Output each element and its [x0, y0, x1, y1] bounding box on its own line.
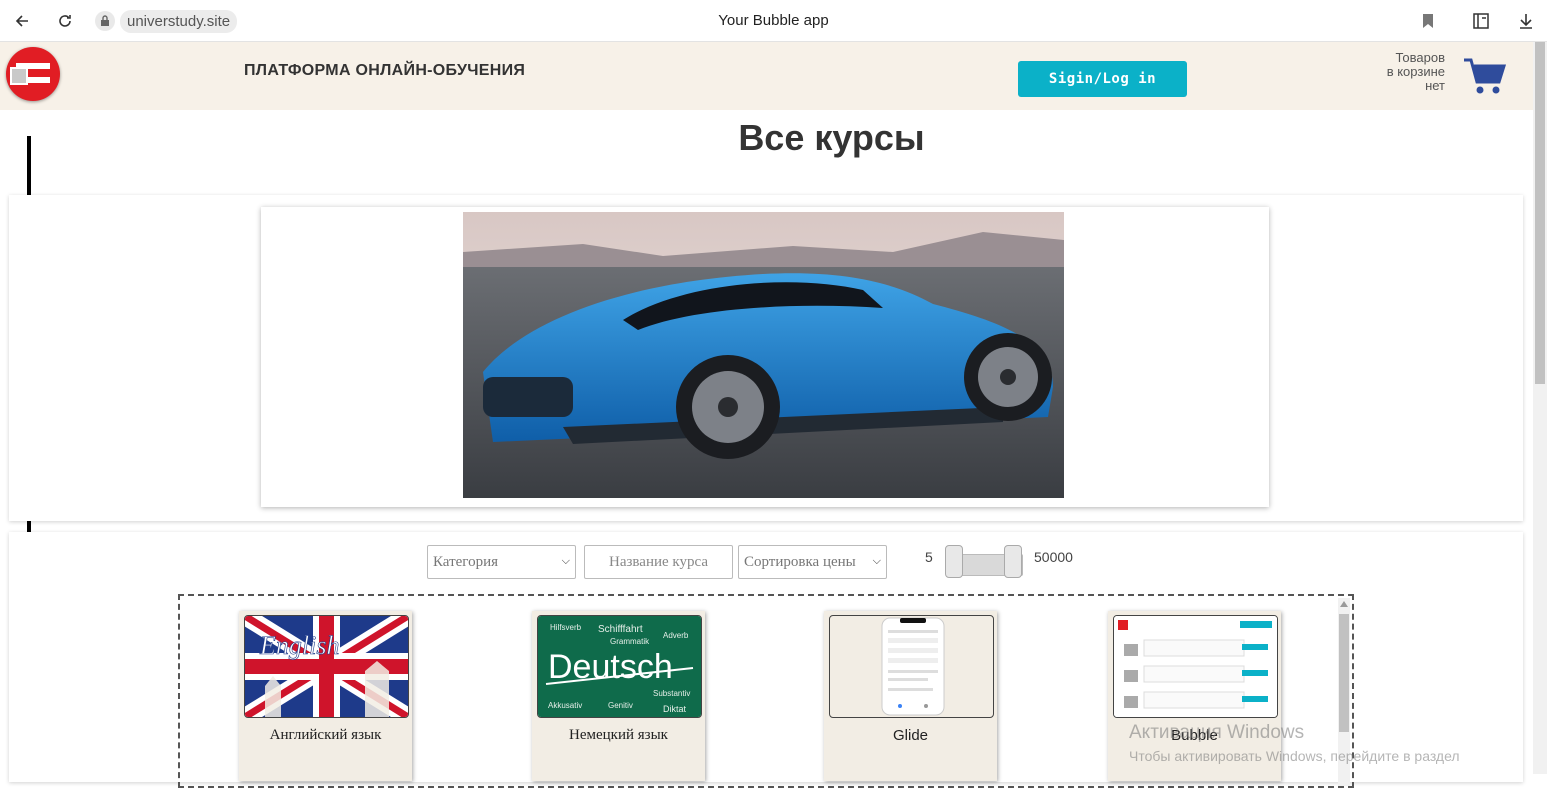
course-image-english: English [244, 615, 409, 718]
svg-text:Diktat: Diktat [663, 704, 687, 714]
courses-section: Категория ⌵ Название курса Сортировка це… [9, 532, 1523, 788]
browser-toolbar: universtudy.site Your Bubble app [0, 0, 1547, 42]
svg-text:Hilfsverb: Hilfsverb [550, 623, 582, 632]
course-image-glide [829, 615, 994, 718]
course-image-bubble [1113, 615, 1278, 718]
category-select[interactable]: Категория ⌵ [427, 545, 576, 579]
cart-status-line: в корзине [1386, 64, 1445, 79]
price-sort-select[interactable]: Сортировка цены ⌵ [738, 545, 887, 579]
cart-icon[interactable] [1462, 56, 1507, 96]
chevron-down-icon: ⌵ [561, 555, 570, 567]
svg-text:Adverb: Adverb [663, 631, 689, 640]
collections-icon[interactable] [1472, 9, 1492, 33]
brand-title: ПЛАТФОРМА ОНЛАЙН-ОБУЧЕНИЯ [244, 62, 526, 79]
svg-text:Substantiv: Substantiv [653, 689, 690, 698]
svg-text:English: English [259, 631, 339, 660]
bookmark-icon[interactable] [1421, 9, 1435, 33]
course-title: Glide [892, 727, 929, 744]
course-title: Немецкий язык [569, 727, 668, 743]
scroll-up-icon[interactable] [1340, 601, 1348, 607]
price-max-handle[interactable] [1004, 545, 1022, 578]
svg-text:Deutsch: Deutsch [548, 648, 673, 686]
site-logo[interactable] [6, 47, 60, 101]
page-scroll-thumb[interactable] [1535, 42, 1545, 384]
banner-section [9, 195, 1523, 521]
course-card[interactable]: English Английский язык [239, 611, 412, 781]
course-card[interactable]: Glide [824, 611, 997, 781]
windows-activation-text: Чтобы активировать Windows, перейдите в … [1129, 748, 1460, 764]
site-header: ПЛАТФОРМА ОНЛАЙН-ОБУЧЕНИЯ Sigin/Log in Т… [0, 42, 1533, 110]
price-sort-select-value: Сортировка цены [744, 553, 856, 570]
banner-frame [261, 207, 1269, 507]
course-name-input[interactable]: Название курса [584, 545, 733, 579]
svg-text:Schifffahrt: Schifffahrt [598, 624, 643, 635]
course-image-german: Deutsch Hilfsverb Schifffahrt Adverb Gra… [537, 615, 702, 718]
course-list-scroll-thumb[interactable] [1339, 614, 1349, 732]
category-select-value: Категория [433, 553, 498, 570]
price-min-handle[interactable] [945, 545, 963, 578]
price-max-value: 50000 [1034, 549, 1073, 565]
svg-text:Grammatik: Grammatik [610, 637, 650, 646]
svg-text:Akkusativ: Akkusativ [548, 701, 582, 710]
signin-button[interactable]: Sigin/Log in [1018, 61, 1187, 97]
price-min-value: 5 [925, 549, 933, 565]
cart-status-line: Товаров [1395, 50, 1445, 65]
cart-status-line: нет [1425, 78, 1445, 93]
svg-text:Genitiv: Genitiv [608, 701, 633, 710]
page-title: Все курсы [738, 117, 925, 158]
course-card[interactable]: Deutsch Hilfsverb Schifffahrt Adverb Gra… [532, 611, 705, 781]
download-icon[interactable] [1518, 9, 1534, 33]
tab-title: Your Bubble app [718, 12, 829, 29]
banner-car-image [463, 212, 1064, 498]
cart-status: Товаров в корзине нет [1370, 51, 1445, 93]
chevron-down-icon: ⌵ [872, 555, 881, 567]
windows-activation-title: Активация Windows [1129, 722, 1305, 743]
course-title: Английский язык [269, 727, 382, 743]
